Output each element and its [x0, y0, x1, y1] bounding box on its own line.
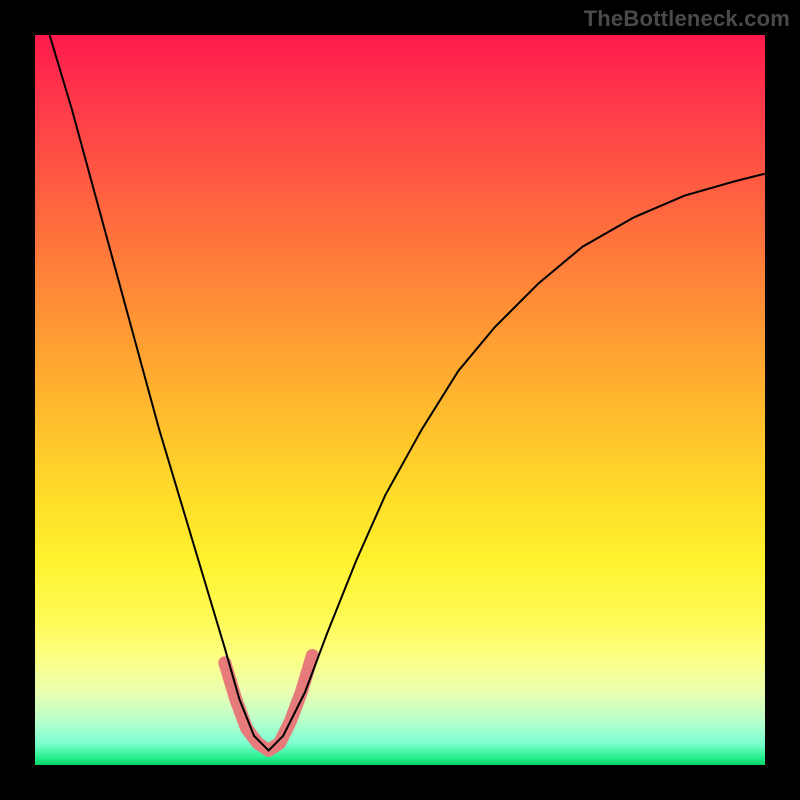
chart-frame: TheBottleneck.com [0, 0, 800, 800]
bottleneck-curve-path [50, 35, 765, 750]
plot-area [35, 35, 765, 765]
watermark-text: TheBottleneck.com [584, 6, 790, 32]
curve-svg [35, 35, 765, 765]
